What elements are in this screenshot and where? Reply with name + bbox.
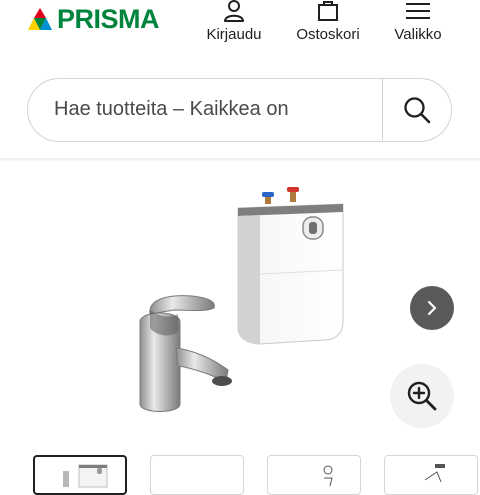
- thumbnail-image: [63, 464, 108, 488]
- user-icon: [224, 0, 244, 22]
- thumbnail-image: [323, 465, 333, 487]
- login-button[interactable]: Kirjaudu: [202, 0, 266, 44]
- thumbnail-1[interactable]: [33, 455, 127, 495]
- thumbnail-3[interactable]: [267, 455, 361, 495]
- search-bar: [27, 78, 452, 142]
- chevron-right-icon: [427, 300, 437, 316]
- product-image[interactable]: [110, 182, 370, 452]
- login-label: Kirjaudu: [206, 26, 262, 43]
- next-image-button[interactable]: [410, 286, 454, 330]
- search-input[interactable]: [54, 79, 379, 140]
- zoom-button[interactable]: [390, 364, 454, 428]
- cart-label: Ostoskori: [296, 26, 360, 43]
- thumbnail-4[interactable]: [384, 455, 478, 495]
- prisma-logo[interactable]: PRISMA: [26, 4, 160, 34]
- shopping-bag-icon: [318, 1, 338, 21]
- zoom-in-icon: [407, 381, 437, 411]
- thumbnail-2[interactable]: [150, 455, 244, 495]
- search-icon: [404, 96, 431, 123]
- site-header: PRISMA Kirjaudu Ostoskori Valikko: [0, 0, 480, 160]
- menu-label: Valikko: [394, 26, 442, 43]
- menu-button[interactable]: Valikko: [388, 0, 448, 44]
- logo-text: PRISMA: [57, 4, 160, 34]
- product-gallery: [0, 162, 480, 495]
- search-button[interactable]: [383, 79, 451, 140]
- prisma-logo-icon: [28, 8, 52, 30]
- hamburger-menu-icon: [406, 3, 430, 19]
- cart-button[interactable]: Ostoskori: [290, 0, 366, 44]
- thumbnail-image: [424, 464, 445, 483]
